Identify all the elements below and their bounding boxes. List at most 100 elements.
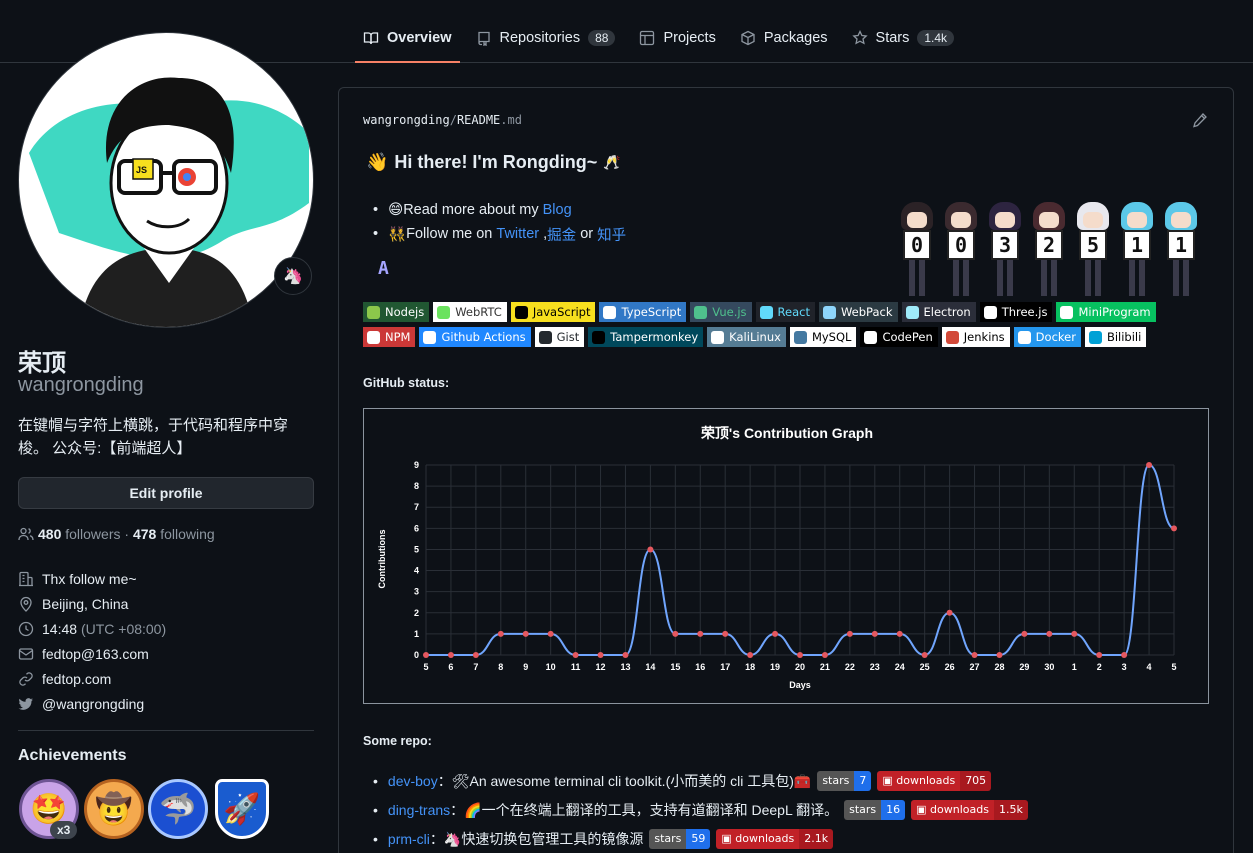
x-tick-label: 2 bbox=[1097, 662, 1102, 672]
repo-link[interactable]: dev-boy bbox=[388, 773, 438, 789]
bullet-text: Read more about my bbox=[403, 202, 543, 218]
data-point bbox=[547, 630, 554, 637]
followers-link[interactable]: 480 bbox=[38, 526, 61, 542]
followers-label[interactable]: followers bbox=[65, 526, 120, 542]
data-point bbox=[497, 630, 504, 637]
x-tick-label: 9 bbox=[523, 662, 528, 672]
badge-mysql: MySQL bbox=[789, 327, 857, 347]
achievement-badge-4[interactable]: 🚀 bbox=[215, 779, 269, 839]
readme-ext: .md bbox=[500, 113, 522, 127]
avatar[interactable]: JS bbox=[18, 32, 314, 328]
readme-file-link[interactable]: README bbox=[457, 113, 500, 127]
x-tick-label: 1 bbox=[1072, 662, 1077, 672]
vcard-twitter[interactable]: @wangrongding bbox=[18, 691, 166, 716]
data-point bbox=[896, 630, 903, 637]
tab-projects[interactable]: Projects bbox=[631, 18, 723, 58]
x-tick-label: 15 bbox=[670, 662, 680, 672]
following-label[interactable]: following bbox=[160, 526, 214, 542]
chart-title: 荣顶's Contribution Graph bbox=[700, 425, 873, 441]
data-point bbox=[622, 652, 629, 658]
data-point bbox=[871, 630, 878, 637]
edit-readme-pencil-icon[interactable] bbox=[1192, 112, 1208, 128]
tab-repositories[interactable]: Repositories 88 bbox=[468, 18, 624, 58]
twitter-readme-link[interactable]: Twitter bbox=[496, 226, 539, 242]
zhihu-link[interactable]: 知乎 bbox=[597, 224, 626, 245]
website-link[interactable]: fedtop.com bbox=[42, 671, 111, 687]
cheers-icon: 🥂 bbox=[603, 154, 621, 170]
downloads-shield[interactable]: ▣ downloads 2.1k bbox=[716, 828, 834, 849]
achievements-title[interactable]: Achievements bbox=[18, 747, 127, 765]
x-tick-label: 27 bbox=[970, 662, 980, 672]
badge-nodejs: Nodejs bbox=[363, 302, 430, 322]
readme-owner-link[interactable]: wangrongding bbox=[363, 113, 450, 127]
x-tick-label: 16 bbox=[695, 662, 705, 672]
email-link[interactable]: fedtop@163.com bbox=[42, 646, 149, 662]
miniprogram-icon bbox=[1060, 305, 1074, 319]
badge-javascript: JavaScript bbox=[510, 302, 596, 322]
some-repo-heading: Some repo: bbox=[363, 734, 432, 748]
repo-icon bbox=[476, 30, 492, 46]
electron-icon bbox=[905, 305, 919, 319]
data-point bbox=[1146, 462, 1153, 468]
achievement-badge-2[interactable]: 🤠 bbox=[84, 779, 144, 839]
repo-description: ：🌈一个在终端上翻译的工具，支持有道翻译和 DeepL 翻译。 bbox=[450, 801, 839, 818]
repo-list: dev-boy：🛠An awesome terminal cli toolkit… bbox=[373, 766, 1028, 853]
edit-profile-button[interactable]: Edit profile bbox=[18, 477, 314, 509]
counter-digit: 1 bbox=[1167, 230, 1195, 260]
blog-link[interactable]: Blog bbox=[543, 202, 572, 218]
badge-github-actions: Github Actions bbox=[419, 327, 531, 347]
docker-icon bbox=[1017, 330, 1031, 344]
counter-digit: 2 bbox=[1035, 230, 1063, 260]
badge-react: React bbox=[755, 302, 815, 322]
badge-docker: Docker bbox=[1013, 327, 1081, 347]
location-text: Beijing, China bbox=[42, 595, 129, 612]
y-tick-label: 2 bbox=[414, 608, 419, 618]
tab-overview[interactable]: Overview bbox=[355, 18, 460, 63]
unicorn-icon: 🦄 bbox=[283, 268, 303, 285]
local-time: 14:48 bbox=[42, 620, 78, 637]
star-icon bbox=[851, 30, 868, 46]
y-tick-label: 1 bbox=[414, 629, 419, 639]
vcard-details: Thx follow me~ Beijing, China 14:48 (UTC… bbox=[18, 566, 166, 716]
counter-digit-figure: 5 bbox=[1073, 198, 1113, 298]
data-point bbox=[996, 652, 1003, 658]
x-tick-label: 18 bbox=[745, 662, 755, 672]
vcard-website[interactable]: fedtop.com bbox=[18, 666, 166, 691]
twitter-icon bbox=[18, 696, 34, 712]
downloads-shield[interactable]: ▣ downloads 705 bbox=[877, 770, 992, 791]
twitter-link[interactable]: @wangrongding bbox=[42, 696, 144, 712]
repo-link[interactable]: ding-trans bbox=[388, 802, 450, 818]
downloads-shield[interactable]: ▣ downloads 1.5k bbox=[911, 799, 1028, 820]
x-tick-label: 8 bbox=[498, 662, 503, 672]
data-point bbox=[747, 652, 754, 658]
counter-digit-figure: 0 bbox=[941, 198, 981, 298]
tab-stars[interactable]: Stars 1.4k bbox=[844, 18, 963, 58]
tab-label: Stars bbox=[875, 30, 910, 46]
repo-link[interactable]: prm-cli bbox=[388, 831, 430, 847]
stars-shield[interactable]: stars 59 bbox=[649, 828, 711, 849]
typescript-icon bbox=[603, 305, 617, 319]
data-point bbox=[1046, 630, 1053, 637]
achievement-badge-3[interactable]: 🦈 bbox=[148, 779, 208, 839]
tab-label: Packages bbox=[763, 30, 828, 46]
data-point bbox=[971, 652, 978, 658]
following-link[interactable]: 478 bbox=[133, 526, 156, 542]
chart-ylabel: Contributions bbox=[377, 530, 387, 589]
juejin-link[interactable]: 掘金 bbox=[547, 224, 576, 245]
chart-xlabel: Days bbox=[789, 680, 811, 690]
counter-digit: 5 bbox=[1079, 230, 1107, 260]
codepen-icon bbox=[864, 330, 878, 344]
x-tick-label: 12 bbox=[596, 662, 606, 672]
tab-packages[interactable]: Packages bbox=[732, 18, 836, 58]
y-tick-label: 0 bbox=[414, 650, 419, 660]
status-emoji-button[interactable]: 🦄 bbox=[274, 257, 312, 295]
js-badge-text: JS bbox=[136, 165, 148, 175]
visitor-counter: 0032511 bbox=[897, 198, 1207, 298]
data-point bbox=[447, 652, 454, 658]
vcard-email[interactable]: fedtop@163.com bbox=[18, 641, 166, 666]
book-icon bbox=[363, 30, 379, 46]
stars-shield[interactable]: stars 16 bbox=[844, 799, 906, 820]
stars-shield[interactable]: stars 7 bbox=[817, 770, 872, 791]
webrtc-icon bbox=[437, 305, 451, 319]
badge-kalilinux: KaliLinux bbox=[707, 327, 786, 347]
